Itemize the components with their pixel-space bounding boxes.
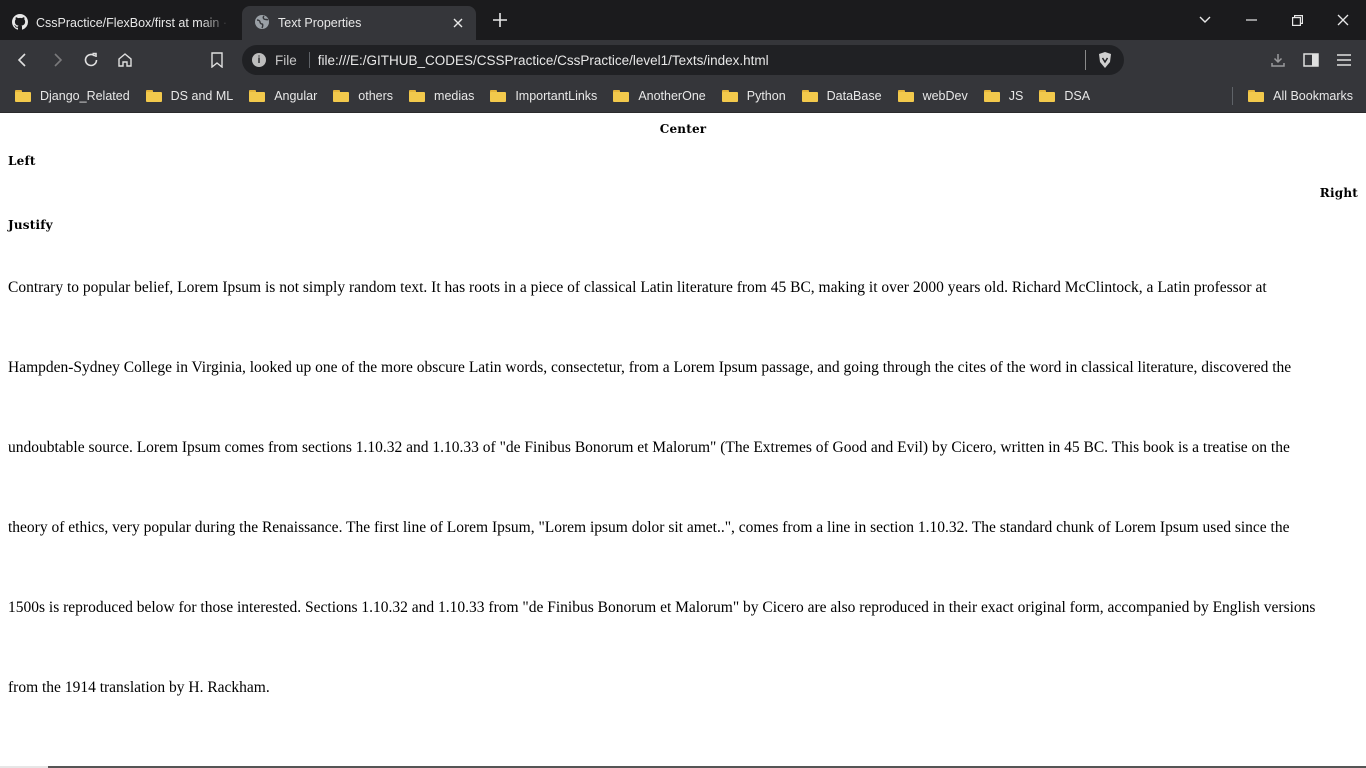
bookmark-folder[interactable]: Django_Related <box>6 83 137 109</box>
restore-button[interactable] <box>1274 0 1320 40</box>
paragraph-line: 1500s is reproduced below for those inte… <box>8 599 1316 616</box>
url-text[interactable]: file:///E:/GITHUB_CODES/CSSPractice/CssP… <box>318 53 1085 68</box>
folder-icon <box>15 90 31 102</box>
tab-strip: CssPractice/FlexBox/first at main · Kr T… <box>0 0 1366 40</box>
bookmark-page-icon[interactable] <box>200 44 234 76</box>
home-button[interactable] <box>108 44 142 76</box>
heading-center: Center <box>659 122 707 136</box>
paragraph-line: Hampden-Sydney College in Virginia, look… <box>8 359 1292 376</box>
folder-icon <box>249 90 266 102</box>
folder-icon <box>721 90 738 102</box>
tab-text-properties[interactable]: Text Properties <box>242 6 476 40</box>
paragraph-line: theory of ethics, very popular during th… <box>8 519 1290 536</box>
bookmark-folder[interactable]: DS and ML <box>137 83 241 109</box>
folder-icon <box>1248 90 1265 102</box>
folder-icon <box>983 90 1000 102</box>
bookmark-folder[interactable]: ImportantLinks <box>481 83 604 109</box>
tab-title: Text Properties <box>278 16 362 30</box>
site-info-icon[interactable]: i <box>252 53 266 67</box>
paragraph-line: from the 1914 translation by H. Rackham. <box>8 679 270 696</box>
bookmark-folder[interactable]: medias <box>400 83 481 109</box>
bookmark-label: Python <box>746 89 786 103</box>
bookmark-folder[interactable]: Angular <box>240 83 324 109</box>
bookmark-label: Angular <box>274 89 318 103</box>
divider <box>1232 87 1234 105</box>
address-bar[interactable]: i File file:///E:/GITHUB_CODES/CSSPracti… <box>242 45 1124 75</box>
divider <box>308 52 310 68</box>
forward-button[interactable] <box>40 44 74 76</box>
bookmark-label: DSA <box>1064 89 1091 103</box>
folder-icon <box>409 90 426 102</box>
bookmark-folder[interactable]: AnotherOne <box>604 83 712 109</box>
bookmark-label: ImportantLinks <box>515 89 598 103</box>
github-icon <box>12 13 28 33</box>
paragraph-line: Contrary to popular belief, Lorem Ipsum … <box>8 279 1267 296</box>
globe-icon <box>254 14 270 33</box>
bookmark-folder[interactable]: others <box>324 83 400 109</box>
bookmark-label: webDev <box>922 89 968 103</box>
bookmarks-bar: Django_Related DS and ML Angular others … <box>0 80 1366 113</box>
folder-icon <box>613 90 630 102</box>
bookmark-label: DS and ML <box>170 89 234 103</box>
folder-icon <box>333 90 350 102</box>
window-controls <box>1182 0 1366 40</box>
navigation-toolbar: i File file:///E:/GITHUB_CODES/CSSPracti… <box>0 40 1366 80</box>
toolbar-right <box>1261 44 1360 76</box>
bookmark-label: JS <box>1008 89 1024 103</box>
folder-icon <box>897 90 914 102</box>
bookmark-label: others <box>358 89 394 103</box>
close-window-button[interactable] <box>1320 0 1366 40</box>
heading-justify: Justify <box>8 218 53 232</box>
minimize-button[interactable] <box>1228 0 1274 40</box>
bookmark-folder[interactable]: DataBase <box>793 83 889 109</box>
tab-github[interactable]: CssPractice/FlexBox/first at main · Kr <box>0 6 240 40</box>
reload-button[interactable] <box>74 44 108 76</box>
bookmark-label: DataBase <box>826 89 882 103</box>
tab-search-chevron-icon[interactable] <box>1182 0 1228 40</box>
close-tab-icon[interactable] <box>450 15 466 31</box>
bookmark-folder[interactable]: DSA <box>1030 83 1097 109</box>
menu-icon[interactable] <box>1327 44 1360 76</box>
folder-icon <box>801 90 818 102</box>
tab-title: CssPractice/FlexBox/first at main · Kr <box>36 16 230 30</box>
heading-left: Left <box>8 154 36 168</box>
all-bookmarks-button[interactable]: All Bookmarks <box>1239 83 1360 109</box>
scheme-label: File <box>275 52 297 68</box>
bookmark-folder[interactable]: Python <box>713 83 793 109</box>
folder-icon <box>1039 90 1056 102</box>
bookmark-label: AnotherOne <box>638 89 706 103</box>
sidebar-icon[interactable] <box>1294 44 1327 76</box>
bookmark-folder[interactable]: JS <box>975 83 1031 109</box>
bookmark-label: All Bookmarks <box>1273 89 1353 103</box>
divider <box>1085 50 1086 70</box>
bookmark-folder[interactable]: webDev <box>889 83 975 109</box>
back-button[interactable] <box>6 44 40 76</box>
brave-shield-icon[interactable] <box>1096 51 1114 69</box>
folder-icon <box>145 90 162 102</box>
bookmark-label: medias <box>434 89 475 103</box>
folder-icon <box>490 90 507 102</box>
paragraph-line: undoubtable source. Lorem Ipsum comes fr… <box>8 439 1290 456</box>
download-icon[interactable] <box>1261 44 1294 76</box>
heading-right: Right <box>1319 186 1358 200</box>
bookmark-label: Django_Related <box>40 89 130 103</box>
page-content: Center Left Right Justify Contrary to po… <box>0 113 1366 768</box>
new-tab-button[interactable] <box>484 4 516 36</box>
all-bookmarks-area: All Bookmarks <box>1232 83 1360 109</box>
